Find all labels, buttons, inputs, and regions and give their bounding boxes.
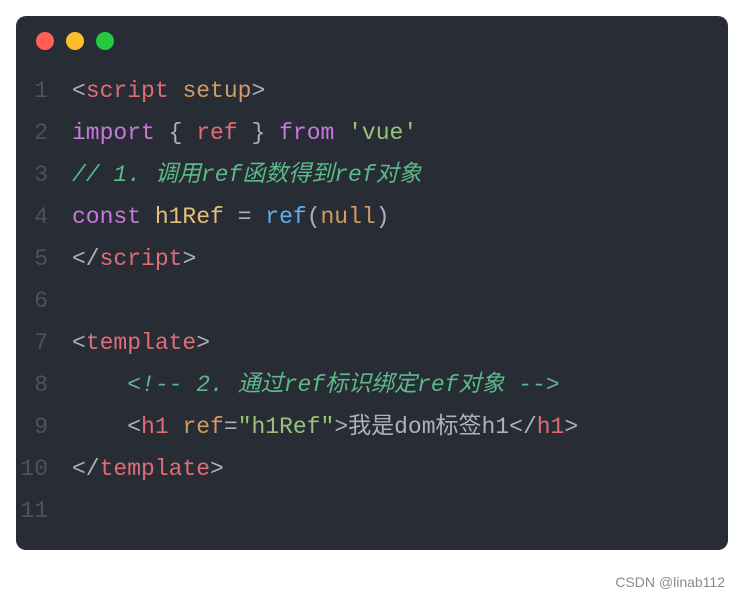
code-line: 6	[16, 280, 728, 322]
line-number: 11	[16, 490, 72, 532]
window-titlebar	[16, 16, 728, 62]
code-line: 10 </template>	[16, 448, 728, 490]
code-content: </template>	[72, 448, 224, 490]
code-line: 5 </script>	[16, 238, 728, 280]
line-number: 8	[16, 364, 72, 406]
code-line: 4 const h1Ref = ref(null)	[16, 196, 728, 238]
code-content: <template>	[72, 322, 210, 364]
line-number: 9	[16, 406, 72, 448]
code-line: 1 <script setup>	[16, 70, 728, 112]
code-comment: // 1. 调用ref函数得到ref对象	[72, 154, 422, 196]
close-icon[interactable]	[36, 32, 54, 50]
code-line: 8 <!-- 2. 通过ref标识绑定ref对象 -->	[16, 364, 728, 406]
code-content: const h1Ref = ref(null)	[72, 196, 390, 238]
line-number: 2	[16, 112, 72, 154]
code-line: 11	[16, 490, 728, 532]
minimize-icon[interactable]	[66, 32, 84, 50]
code-area[interactable]: 1 <script setup> 2 import { ref } from '…	[16, 62, 728, 540]
code-line: 2 import { ref } from 'vue'	[16, 112, 728, 154]
code-line: 3 // 1. 调用ref函数得到ref对象	[16, 154, 728, 196]
code-content: import { ref } from 'vue'	[72, 112, 417, 154]
line-number: 7	[16, 322, 72, 364]
code-editor-window: 1 <script setup> 2 import { ref } from '…	[16, 16, 728, 550]
code-content: <!-- 2. 通过ref标识绑定ref对象 -->	[72, 364, 560, 406]
line-number: 4	[16, 196, 72, 238]
maximize-icon[interactable]	[96, 32, 114, 50]
line-number: 10	[16, 448, 72, 490]
line-number: 5	[16, 238, 72, 280]
line-number: 1	[16, 70, 72, 112]
line-number: 6	[16, 280, 72, 322]
watermark-text: CSDN @linab112	[615, 574, 725, 590]
code-content: </script>	[72, 238, 196, 280]
line-number: 3	[16, 154, 72, 196]
code-comment: <!-- 2. 通过ref标识绑定ref对象 -->	[127, 372, 559, 398]
code-content: <script setup>	[72, 70, 265, 112]
code-content: <h1 ref="h1Ref">我是dom标签h1</h1>	[72, 406, 578, 448]
code-line: 7 <template>	[16, 322, 728, 364]
code-line: 9 <h1 ref="h1Ref">我是dom标签h1</h1>	[16, 406, 728, 448]
